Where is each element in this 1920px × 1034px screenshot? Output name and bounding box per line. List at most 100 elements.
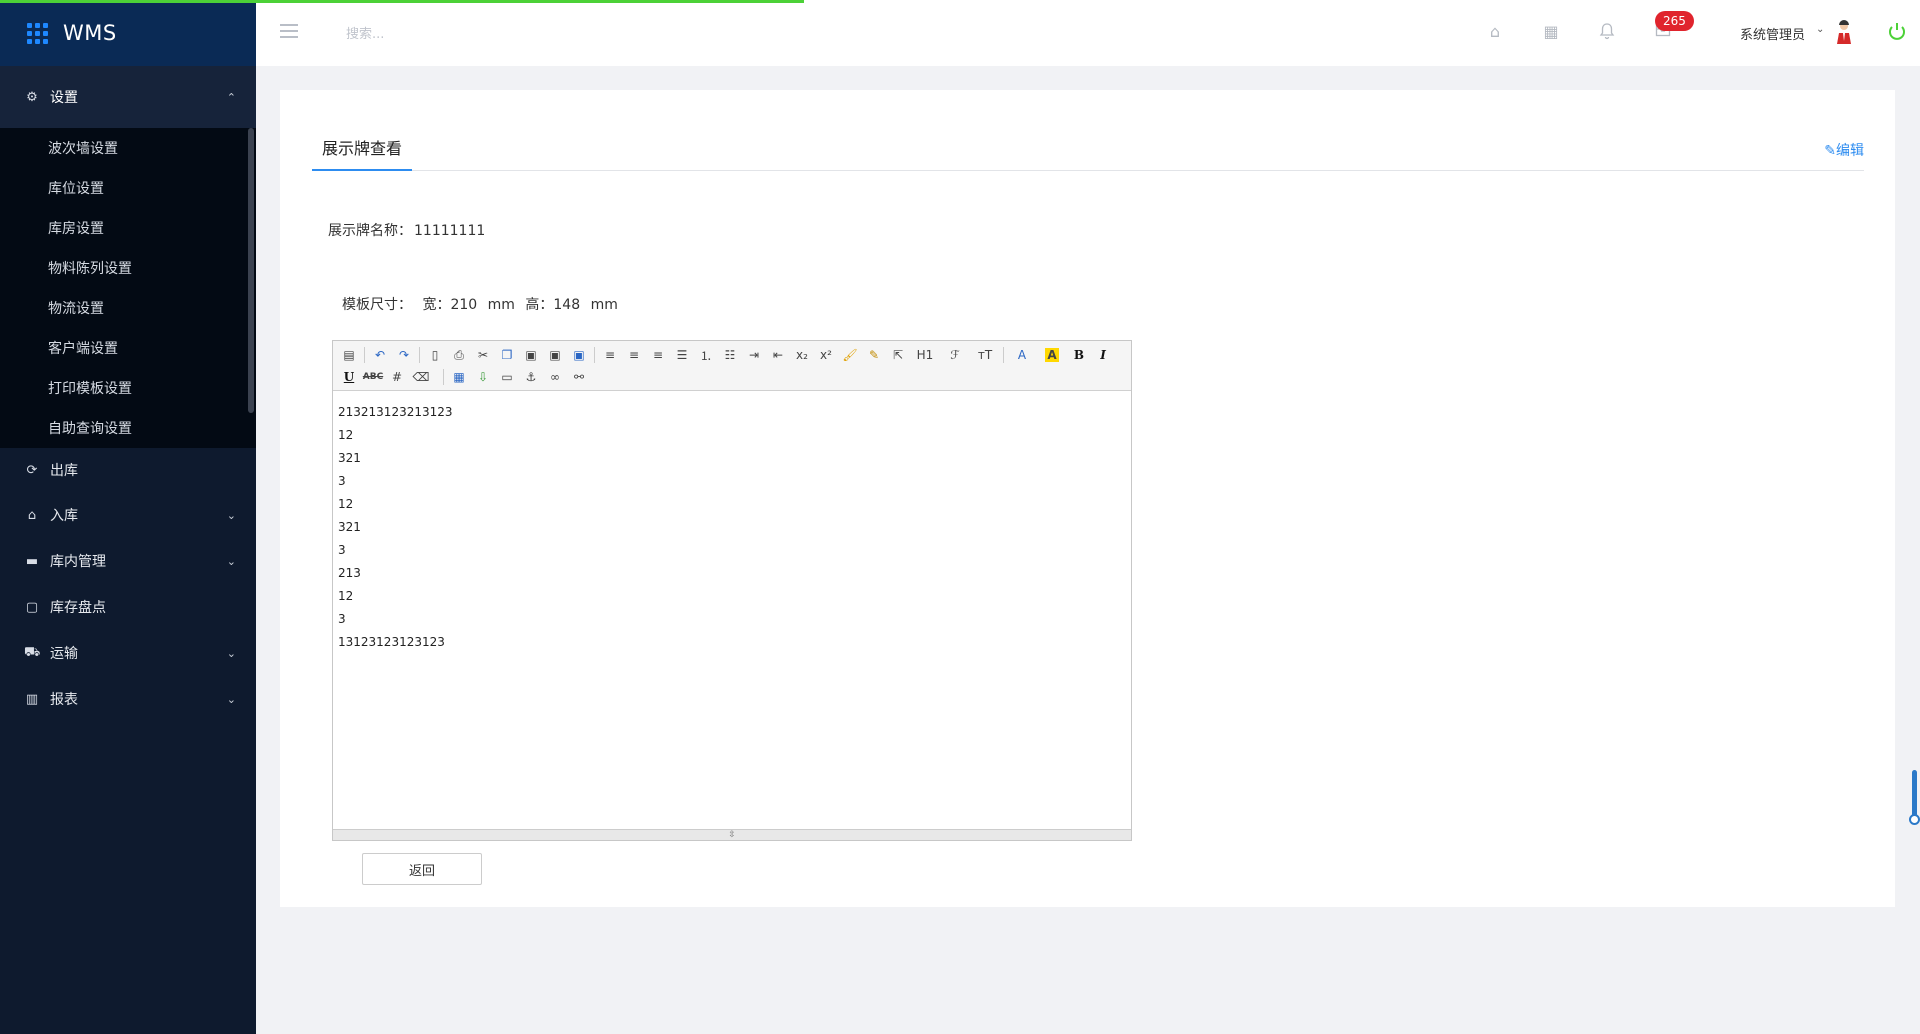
- submenu-item-label: 物流设置: [48, 301, 104, 317]
- subscript-icon[interactable]: x₂: [790, 344, 814, 366]
- submenu-item-self-query[interactable]: 自助查询设置: [0, 408, 256, 448]
- submenu-scrollbar[interactable]: [248, 128, 254, 413]
- align-center-icon[interactable]: ≡: [622, 344, 646, 366]
- menu-toggle-icon[interactable]: [280, 24, 298, 38]
- board-name-value: 11111111: [414, 223, 486, 239]
- editor-line: 213: [338, 566, 361, 580]
- submenu-item-label: 物料陈列设置: [48, 261, 132, 277]
- editor-resize-handle[interactable]: ⇳: [333, 829, 1131, 840]
- source-icon[interactable]: ▤: [337, 344, 361, 366]
- clear-format-brush-icon[interactable]: 🖌: [838, 344, 862, 366]
- align-left-icon[interactable]: ≡: [598, 344, 622, 366]
- editor-line: 12: [338, 497, 354, 511]
- home-icon: ⌂: [27, 507, 37, 523]
- chevron-down-icon[interactable]: ⌄: [1816, 24, 1824, 35]
- heading-dropdown[interactable]: H1: [910, 344, 940, 366]
- strikethrough-button[interactable]: ABC: [361, 366, 385, 388]
- width-unit: mm: [487, 297, 515, 313]
- height-unit: mm: [590, 297, 618, 313]
- sidebar-item-inbound[interactable]: ⌂ 入库 ⌄: [0, 492, 256, 538]
- grid-icon[interactable]: #: [385, 366, 409, 388]
- sidebar-item-transport[interactable]: ⛟ 运输 ⌄: [0, 630, 256, 676]
- bar-chart-icon: ▥: [25, 691, 39, 707]
- paste-icon[interactable]: ▣: [519, 344, 543, 366]
- font-color-dropdown[interactable]: A: [1007, 344, 1037, 366]
- quick-format-icon[interactable]: ✎: [862, 344, 886, 366]
- eraser-icon[interactable]: ⌫: [409, 366, 433, 388]
- tab-bar: 展示牌查看 ✎编辑: [312, 134, 1864, 171]
- sidebar-item-stocktake[interactable]: ▢ 库存盘点: [0, 584, 256, 630]
- submenu-item-logistics[interactable]: 物流设置: [0, 288, 256, 328]
- unlink-icon[interactable]: ⚯: [567, 366, 591, 388]
- indent-icon[interactable]: ⇥: [742, 344, 766, 366]
- cut-icon[interactable]: ✂: [471, 344, 495, 366]
- preview-icon[interactable]: ▯: [423, 344, 447, 366]
- editor-content[interactable]: 213213123213123 12 321 3 12 321 3 213 12…: [333, 391, 1131, 831]
- outdent-icon[interactable]: ⇤: [766, 344, 790, 366]
- template-size-field: 模板尺寸： 宽：210 mm 高：148 mm: [342, 294, 618, 314]
- chevron-down-icon: ⌄: [226, 554, 236, 568]
- font-size-dropdown[interactable]: тT: [970, 344, 1000, 366]
- paste-text-icon[interactable]: ▣: [543, 344, 567, 366]
- bold-button[interactable]: B: [1067, 344, 1091, 366]
- page-scrollbar-handle[interactable]: [1909, 814, 1920, 825]
- link-icon[interactable]: ∞: [543, 366, 567, 388]
- avatar[interactable]: [1836, 20, 1852, 46]
- page-break-icon[interactable]: ▭: [495, 366, 519, 388]
- editor-line: 13123123123123: [338, 635, 445, 649]
- submenu-item-client[interactable]: 客户端设置: [0, 328, 256, 368]
- page-scrollbar[interactable]: [1912, 770, 1917, 820]
- bell-icon[interactable]: [1596, 22, 1618, 44]
- sidebar-item-outbound[interactable]: ⟳ 出库: [0, 448, 256, 492]
- ordered-list-icon[interactable]: ⒈: [694, 344, 718, 366]
- submenu-item-label: 自助查询设置: [48, 421, 132, 437]
- back-button[interactable]: 返回: [362, 853, 482, 885]
- editor-line: 213213123213123: [338, 405, 453, 419]
- table-icon[interactable]: ▦: [447, 366, 471, 388]
- submenu-item-print-template[interactable]: 打印模板设置: [0, 368, 256, 408]
- print-icon[interactable]: ⎙: [447, 344, 471, 366]
- power-icon[interactable]: [1886, 20, 1908, 42]
- underline-button[interactable]: U: [337, 366, 361, 388]
- sidebar-group-settings[interactable]: ⚙ 设置 ⌃: [0, 66, 256, 128]
- unordered-list-icon[interactable]: ☷: [718, 344, 742, 366]
- italic-button[interactable]: I: [1091, 344, 1115, 366]
- superscript-icon[interactable]: x²: [814, 344, 838, 366]
- redo-icon[interactable]: ↷: [392, 344, 416, 366]
- sidebar-item-inventory-mgmt[interactable]: ▬ 库内管理 ⌄: [0, 538, 256, 584]
- undo-icon[interactable]: ↶: [368, 344, 392, 366]
- submenu-item-display[interactable]: 物料陈列设置: [0, 248, 256, 288]
- submenu-item-label: 库位设置: [48, 181, 104, 197]
- submenu-item-label: 库房设置: [48, 221, 104, 237]
- tab-display-board-view[interactable]: 展示牌查看: [312, 134, 413, 171]
- submenu-item-wave-wall[interactable]: 波次墙设置: [0, 128, 256, 168]
- paste-word-icon[interactable]: ▣: [567, 344, 591, 366]
- align-justify-icon[interactable]: ☰: [670, 344, 694, 366]
- search-input[interactable]: [346, 22, 566, 46]
- anchor-icon[interactable]: ⚓: [519, 366, 543, 388]
- hr-icon[interactable]: ⇩: [471, 366, 495, 388]
- apps-grid-icon: [27, 22, 48, 44]
- submenu-item-warehouse[interactable]: 库房设置: [0, 208, 256, 248]
- editor-line: 12: [338, 589, 354, 603]
- user-name[interactable]: 系统管理员: [1740, 24, 1805, 43]
- home-icon[interactable]: ⌂: [1484, 22, 1506, 44]
- submenu-item-label: 客户端设置: [48, 341, 118, 357]
- height-label: 高：: [525, 297, 554, 313]
- align-right-icon[interactable]: ≡: [646, 344, 670, 366]
- content-card: 展示牌查看 ✎编辑 展示牌名称： 11111111 模板尺寸： 宽：210 mm …: [280, 90, 1895, 907]
- sidebar-item-reports[interactable]: ▥ 报表 ⌄: [0, 676, 256, 722]
- logo[interactable]: WMS: [0, 0, 256, 66]
- edit-link[interactable]: ✎编辑: [1824, 140, 1864, 160]
- apps-icon[interactable]: ▦: [1540, 22, 1562, 44]
- sidebar-item-label: 库内管理: [50, 554, 106, 570]
- select-all-icon[interactable]: ⇱: [886, 344, 910, 366]
- copy-icon[interactable]: ❐: [495, 344, 519, 366]
- page-load-progress: [0, 0, 804, 3]
- font-family-dropdown[interactable]: ℱ: [940, 344, 970, 366]
- logo-text: WMS: [63, 21, 117, 45]
- chevron-down-icon: ⌄: [226, 692, 236, 706]
- highlight-color-dropdown[interactable]: A: [1037, 344, 1067, 366]
- editor-line: 321: [338, 520, 361, 534]
- submenu-item-location[interactable]: 库位设置: [0, 168, 256, 208]
